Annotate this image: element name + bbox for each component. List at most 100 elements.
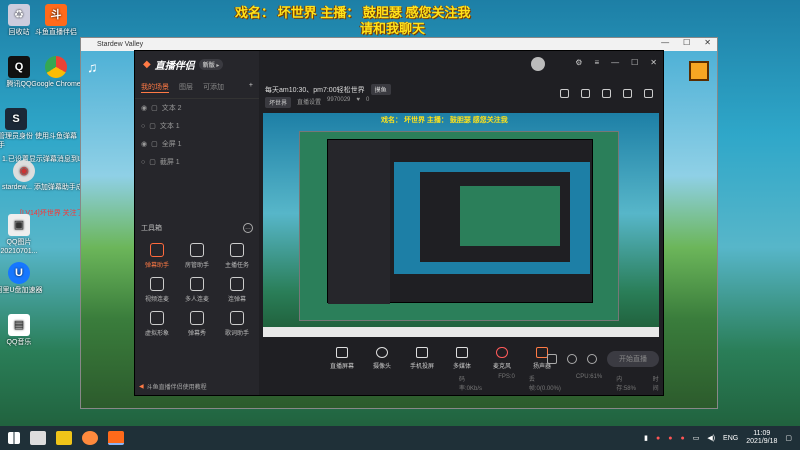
desktop-icon-chrome[interactable]: Google Chrome bbox=[28, 56, 84, 89]
minimize-button[interactable]: — bbox=[661, 38, 669, 47]
desktop-icon-qqmusic[interactable]: ▤ QQ音乐 bbox=[0, 314, 47, 347]
share-icon[interactable] bbox=[644, 89, 653, 98]
tool-anchor-task[interactable]: 主播任务 bbox=[217, 243, 257, 269]
zone-tag[interactable]: 坏世界 bbox=[265, 97, 292, 108]
tutorial-notice[interactable]: ◀ 斗鱼直播伴侣使用教程 bbox=[139, 382, 207, 391]
tool-label: 弹幕秀 bbox=[187, 331, 206, 337]
gear-icon[interactable] bbox=[587, 354, 597, 364]
more-icon[interactable]: … bbox=[243, 223, 253, 233]
speaker-icon: ◀ bbox=[139, 384, 144, 390]
eye-icon[interactable]: ◉ bbox=[141, 104, 147, 112]
tool-label: 多人连麦 bbox=[184, 297, 209, 303]
app-main: ⚙ ≡ — ☐ ✕ 每天am10:30、pm7:00轻松世界 摸鱼 坏世界 直播… bbox=[259, 51, 663, 395]
desktop-icon-cd[interactable]: ◉ bbox=[0, 160, 52, 184]
app-sidebar: ◆ 直播伴侣 新版 ▸ 我的场景 图层 可添加 + ◉ ▢ 文本 2 ○ ▢ 文本 1 … bbox=[135, 51, 259, 395]
settings-icon[interactable]: ⚙ bbox=[575, 58, 582, 67]
desktop-icon-label: QQ图片20210701... bbox=[0, 239, 38, 255]
network-icon[interactable]: ▭ bbox=[693, 434, 700, 442]
tool-lyrics[interactable]: 歌词助手 bbox=[217, 311, 257, 337]
tool-danmu-show[interactable]: 弹幕秀 bbox=[177, 311, 217, 337]
journal-icon[interactable] bbox=[689, 61, 709, 81]
lock-icon[interactable] bbox=[581, 89, 590, 98]
stream-title[interactable]: 每天am10:30、pm7:00轻松世界 bbox=[265, 85, 365, 95]
source-label: 多媒体 bbox=[452, 364, 471, 370]
add-scene-icon[interactable]: + bbox=[249, 82, 253, 93]
start-live-button[interactable]: 开始直播 bbox=[607, 351, 659, 367]
tray-app-icon[interactable]: ● bbox=[656, 435, 660, 442]
tool-label: 视频连麦 bbox=[144, 297, 169, 303]
source-media-button[interactable]: 多媒体 bbox=[449, 347, 475, 370]
version-badge[interactable]: 新版 ▸ bbox=[198, 58, 224, 70]
desktop-icon-usb[interactable]: U 阿里U盘加速器 bbox=[0, 262, 47, 295]
tool-room-manager[interactable]: 房管助手 bbox=[177, 243, 217, 269]
scene-item[interactable]: ○ ▢ 文本 1 bbox=[135, 117, 259, 135]
tool-link-danmu[interactable]: 连弹幕 bbox=[217, 277, 257, 303]
task-icon bbox=[230, 243, 244, 257]
clock[interactable]: 11:09 2021/9/18 bbox=[746, 430, 777, 446]
desktop-icon-qqimage[interactable]: ▣ QQ图片20210701... bbox=[0, 214, 47, 256]
ime-indicator[interactable]: ENG bbox=[723, 435, 738, 442]
scene-item[interactable]: ○ ▢ 截屏 1 bbox=[135, 153, 259, 171]
close-icon[interactable]: ✕ bbox=[650, 58, 657, 67]
scene-item-label: 文本 1 bbox=[159, 123, 180, 130]
gift-icon[interactable] bbox=[560, 89, 569, 98]
notice-text: 斗鱼直播伴侣使用教程 bbox=[146, 385, 207, 391]
stream-title-row: 每天am10:30、pm7:00轻松世界 摸鱼 bbox=[265, 84, 391, 95]
eye-icon[interactable]: ○ bbox=[141, 159, 145, 166]
stream-preview[interactable]: 戏名： 坏世界 主播： 鼓胆瑟 感您关注我 bbox=[263, 113, 659, 337]
tab-layers[interactable]: 图层 bbox=[179, 82, 193, 93]
close-button[interactable]: ✕ bbox=[704, 38, 711, 47]
tool-avatar[interactable]: 虚拟形象 bbox=[137, 311, 177, 337]
channel-tag[interactable]: 摸鱼 bbox=[370, 84, 391, 95]
preview-nested-app bbox=[420, 172, 570, 262]
user-icon bbox=[190, 243, 204, 257]
douyu-icon: 斗 bbox=[45, 4, 67, 26]
tool-danmu-helper[interactable]: 弹幕助手 bbox=[137, 243, 177, 269]
source-screen-button[interactable]: 直播屏幕 bbox=[329, 347, 355, 370]
stream-banner-line2: 请和我聊天 bbox=[360, 21, 426, 36]
visibility-icon[interactable] bbox=[567, 354, 577, 364]
scene-item[interactable]: ◉ ▢ 全屏 1 bbox=[135, 135, 259, 153]
layout-icon[interactable] bbox=[602, 89, 611, 98]
preview-app bbox=[327, 139, 593, 304]
microphone-tray-icon[interactable]: ▮ bbox=[644, 434, 648, 442]
eye-icon[interactable]: ◉ bbox=[141, 140, 147, 148]
screenshot-icon: ▢ bbox=[149, 159, 156, 166]
notification-icon[interactable]: ▢ bbox=[785, 434, 792, 442]
douyu-taskbar-icon[interactable] bbox=[82, 431, 98, 445]
task-view-icon[interactable] bbox=[30, 431, 46, 445]
windows-start-icon[interactable] bbox=[8, 432, 20, 444]
like-icon: ♥ bbox=[356, 97, 360, 103]
tray-app-icon[interactable]: ● bbox=[668, 435, 672, 442]
edit-settings[interactable]: 直播设置 bbox=[297, 97, 321, 108]
dropped-frames-stat: 丢帧:0(0.00%) bbox=[528, 377, 561, 392]
minimize-icon[interactable]: — bbox=[611, 58, 619, 67]
live-companion-taskbar-icon[interactable] bbox=[108, 431, 124, 445]
tab-addable[interactable]: 可添加 bbox=[203, 82, 224, 93]
tray-app-icon[interactable]: ● bbox=[680, 435, 684, 442]
record-icon[interactable] bbox=[547, 354, 557, 364]
source-phone-button[interactable]: 手机投屏 bbox=[409, 347, 435, 370]
avatar[interactable] bbox=[531, 57, 545, 71]
memory-stat: 内存:58% bbox=[616, 377, 636, 392]
maximize-icon[interactable]: ☐ bbox=[631, 58, 638, 67]
tool-multi-link[interactable]: 多人连麦 bbox=[177, 277, 217, 303]
maximize-button[interactable]: ☐ bbox=[683, 38, 690, 47]
bell-icon[interactable] bbox=[623, 89, 632, 98]
toolbox-grid: 弹幕助手 房管助手 主播任务 视频连麦 多人连麦 连弹幕 虚拟形象 弹幕秀 歌词… bbox=[137, 243, 257, 337]
source-mic-button[interactable]: 麦克风 bbox=[489, 347, 515, 370]
scene-item[interactable]: ◉ ▢ 文本 2 bbox=[135, 99, 259, 117]
desktop-icon-douyu[interactable]: 斗 斗鱼直播伴侣 bbox=[28, 4, 84, 37]
eye-icon[interactable]: ○ bbox=[141, 123, 145, 130]
source-camera-button[interactable]: 摄像头 bbox=[369, 347, 395, 370]
desktop-icon-label: 斗鱼直播伴侣 bbox=[35, 29, 77, 36]
menu-icon[interactable]: ≡ bbox=[594, 58, 599, 67]
source-label: 直播屏幕 bbox=[329, 364, 354, 370]
time-stat: 时间 bbox=[652, 377, 659, 392]
tool-video-link[interactable]: 视频连麦 bbox=[137, 277, 177, 303]
source-label: 麦克风 bbox=[492, 364, 511, 370]
desktop-icon-steam[interactable]: S 以管理员身份 使用斗鱼弹幕助手 bbox=[0, 108, 81, 150]
folder-icon[interactable] bbox=[56, 431, 72, 445]
tab-my-scenes[interactable]: 我的场景 bbox=[141, 82, 169, 93]
volume-icon[interactable]: ◀) bbox=[707, 434, 715, 442]
